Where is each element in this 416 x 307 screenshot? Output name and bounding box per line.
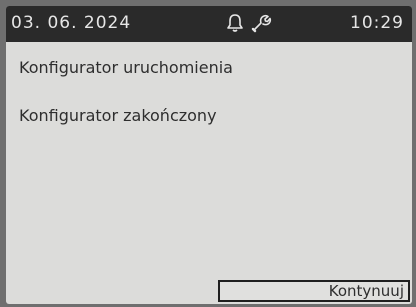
status-bar: 03. 06. 2024 10:29 bbox=[6, 6, 412, 42]
status-date: 03. 06. 2024 bbox=[11, 13, 132, 33]
bell-icon bbox=[224, 12, 246, 34]
wrench-icon bbox=[250, 12, 272, 34]
status-time: 10:29 bbox=[350, 13, 404, 33]
continue-button[interactable]: Kontynuuj bbox=[218, 280, 410, 302]
display-screen: 03. 06. 2024 10:29 Konfigurator uruchomi… bbox=[6, 6, 412, 304]
status-message: Konfigurator zakończony bbox=[19, 106, 217, 125]
page-title: Konfigurator uruchomienia bbox=[19, 58, 233, 77]
